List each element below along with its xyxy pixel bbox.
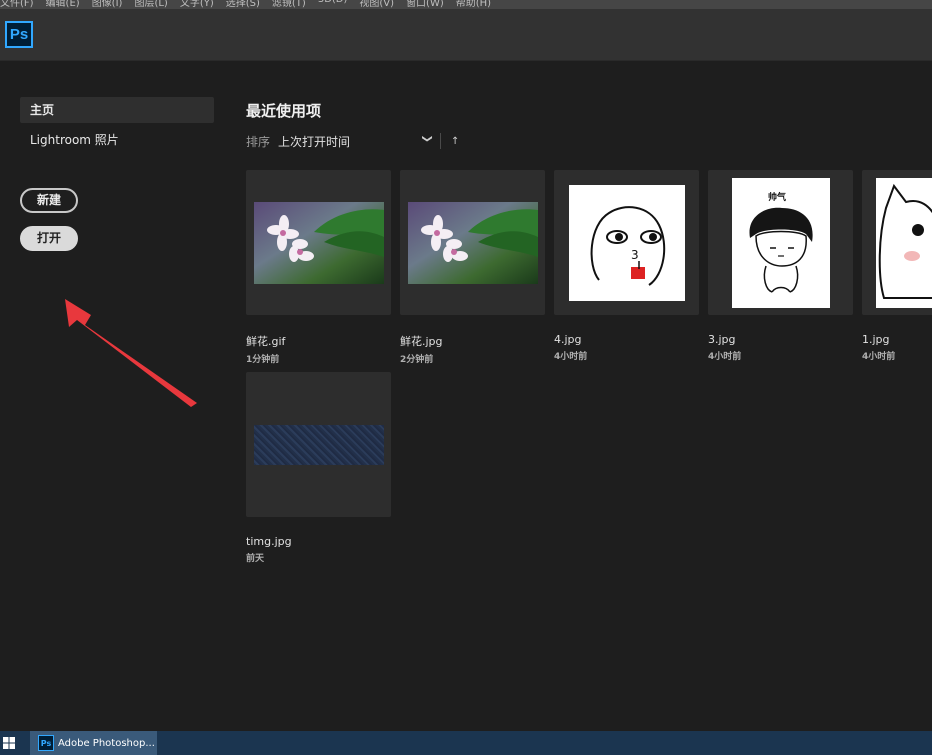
sidebar: 主页 Lightroom 照片 新建 打开 bbox=[20, 97, 214, 251]
menu-file[interactable]: 文件(F) bbox=[0, 0, 34, 9]
sidebar-item-lightroom[interactable]: Lightroom 照片 bbox=[20, 127, 214, 153]
menu-bar: 文件(F) 编辑(E) 图像(I) 图层(L) 文字(Y) 选择(S) 滤镜(T… bbox=[0, 0, 932, 9]
file-time: 4小时前 bbox=[862, 352, 896, 362]
photoshop-taskbar-icon: Ps bbox=[38, 735, 54, 751]
file-thumbnail[interactable] bbox=[246, 372, 391, 517]
file-card[interactable]: 1.jpg 4小时前 bbox=[862, 170, 932, 362]
taskbar-app-label: Adobe Photoshop... bbox=[58, 737, 155, 749]
annotation-arrow-icon bbox=[65, 299, 197, 407]
file-name: 鲜花.gif bbox=[246, 335, 286, 348]
taskbar-photoshop-item[interactable]: Ps Adobe Photoshop... bbox=[30, 731, 157, 755]
sort-label: 排序 bbox=[246, 134, 271, 149]
meme-face-image: 3 bbox=[568, 184, 685, 301]
file-name: 鲜花.jpg bbox=[400, 335, 443, 348]
windows-start-icon[interactable] bbox=[3, 737, 15, 749]
open-button[interactable]: 打开 bbox=[20, 226, 78, 251]
recent-title: 最近使用项 bbox=[246, 102, 322, 120]
file-thumbnail[interactable]: 帅气 bbox=[708, 170, 853, 315]
file-time: 2分钟前 bbox=[400, 355, 434, 365]
menu-select[interactable]: 选择(S) bbox=[226, 0, 260, 9]
file-thumbnail[interactable] bbox=[246, 170, 391, 315]
app-header: Ps bbox=[0, 9, 932, 61]
sort-divider bbox=[440, 133, 442, 149]
file-name: 4.jpg bbox=[554, 333, 582, 346]
sort-dropdown[interactable]: 上次打开时间 bbox=[278, 133, 420, 150]
sidebar-item-home[interactable]: 主页 bbox=[20, 97, 214, 123]
file-card[interactable]: 鲜花.gif 1分钟前 bbox=[246, 170, 391, 365]
file-time: 4小时前 bbox=[554, 352, 588, 362]
file-thumbnail[interactable] bbox=[862, 170, 932, 315]
file-name: 3.jpg bbox=[708, 333, 736, 346]
meme-cat-image bbox=[876, 177, 932, 308]
file-time: 4小时前 bbox=[708, 352, 742, 362]
file-time: 1分钟前 bbox=[246, 355, 280, 365]
menu-window[interactable]: 窗口(W) bbox=[406, 0, 444, 9]
menu-layer[interactable]: 图层(L) bbox=[134, 0, 167, 9]
file-thumbnail[interactable] bbox=[400, 170, 545, 315]
meme-boy-image: 帅气 bbox=[731, 177, 830, 308]
new-button[interactable]: 新建 bbox=[20, 188, 78, 213]
flower-image bbox=[407, 201, 538, 284]
photoshop-logo: Ps bbox=[5, 21, 33, 48]
texture-image bbox=[253, 424, 384, 465]
file-thumbnail[interactable]: 3 bbox=[554, 170, 699, 315]
taskbar: Ps Adobe Photoshop... bbox=[0, 731, 932, 755]
sort-direction-icon[interactable]: ↑ bbox=[451, 136, 459, 147]
file-time: 前天 bbox=[246, 554, 265, 564]
file-name: timg.jpg bbox=[246, 535, 292, 548]
menu-edit[interactable]: 编辑(E) bbox=[46, 0, 80, 9]
file-card[interactable]: 3 4.jpg 4小时前 bbox=[554, 170, 699, 362]
file-name: 1.jpg bbox=[862, 333, 890, 346]
file-card[interactable]: timg.jpg 前天 bbox=[246, 372, 391, 564]
menu-type[interactable]: 文字(Y) bbox=[180, 0, 214, 9]
chevron-down-icon[interactable]: ❯ bbox=[422, 134, 433, 148]
home-workspace: 主页 Lightroom 照片 新建 打开 最近使用项 排序 上次打开时间 ❯ … bbox=[0, 62, 932, 731]
file-card[interactable]: 帅气 3.jpg 4小时前 bbox=[708, 170, 853, 362]
file-card[interactable]: 鲜花.jpg 2分钟前 bbox=[400, 170, 545, 365]
menu-view[interactable]: 视图(V) bbox=[359, 0, 394, 9]
menu-help[interactable]: 帮助(H) bbox=[456, 0, 491, 9]
meme-glyph: 3 bbox=[631, 248, 639, 262]
menu-image[interactable]: 图像(I) bbox=[92, 0, 123, 9]
meme-caption: 帅气 bbox=[768, 191, 786, 203]
menu-3d[interactable]: 3D(D) bbox=[318, 0, 348, 9]
menu-filter[interactable]: 滤镜(T) bbox=[272, 0, 306, 9]
sort-bar: 排序 上次打开时间 ❯ ↑ bbox=[246, 132, 459, 150]
flower-image bbox=[253, 201, 384, 284]
recent-files-panel: 最近使用项 排序 上次打开时间 ❯ ↑ 鲜花.gif 1分钟前 鲜花.jpg 2… bbox=[246, 100, 932, 564]
